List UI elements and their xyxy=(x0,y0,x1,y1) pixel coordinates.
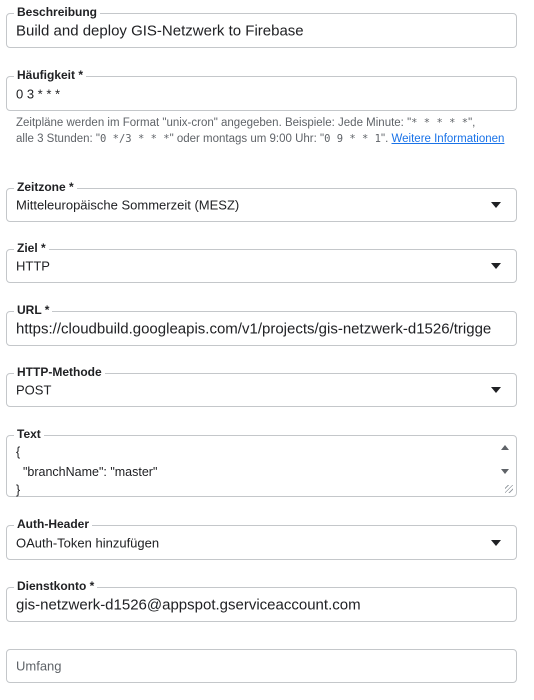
timezone-value: Mitteleuropäische Sommerzeit (MESZ) xyxy=(16,197,240,213)
http-method-select[interactable]: HTTP-Methode POST xyxy=(6,365,517,407)
body-line: { xyxy=(16,445,21,459)
description-label: Beschreibung xyxy=(14,5,101,19)
description-field[interactable]: Beschreibung Build and deploy GIS-Netzwe… xyxy=(6,5,517,48)
description-input[interactable]: Build and deploy GIS-Netzwerk to Firebas… xyxy=(16,22,508,39)
service-account-field[interactable]: Dienstkonto * gis-netzwerk-d1526@appspot… xyxy=(6,579,517,622)
body-line: "branchName": "master" xyxy=(16,465,158,479)
target-select[interactable]: Ziel * HTTP xyxy=(6,241,517,283)
url-field[interactable]: URL * https://cloudbuild.googleapis.com/… xyxy=(6,303,517,346)
body-textarea[interactable]: Text { "branchName": "master" } xyxy=(6,427,517,498)
target-value: HTTP xyxy=(16,258,50,274)
http-method-label: HTTP-Methode xyxy=(14,365,105,379)
frequency-label: Häufigkeit * xyxy=(14,68,87,82)
url-label: URL * xyxy=(14,303,53,317)
resize-handle-icon[interactable] xyxy=(505,485,513,493)
scroll-down-icon[interactable] xyxy=(501,469,509,474)
body-label: Text xyxy=(14,427,44,441)
dropdown-arrow-icon[interactable] xyxy=(491,387,501,393)
scroll-up-icon[interactable] xyxy=(501,445,509,450)
more-info-link[interactable]: Weitere Informationen xyxy=(392,133,505,145)
auth-header-label: Auth-Header xyxy=(14,517,93,531)
dropdown-arrow-icon[interactable] xyxy=(491,539,501,546)
service-account-input[interactable]: gis-netzwerk-d1526@appspot.gserviceaccou… xyxy=(16,596,508,613)
dropdown-arrow-icon[interactable] xyxy=(491,202,501,208)
frequency-field[interactable]: Häufigkeit * 0 3 * * * xyxy=(6,68,517,111)
auth-header-value: OAuth-Token hinzufügen xyxy=(16,535,160,550)
timezone-select[interactable]: Zeitzone * Mitteleuropäische Sommerzeit … xyxy=(6,180,517,222)
frequency-help-text: Zeitpläne werden im Format "unix-cron" a… xyxy=(16,117,505,145)
url-input[interactable]: https://cloudbuild.googleapis.com/v1/pro… xyxy=(16,320,508,337)
timezone-label: Zeitzone * xyxy=(14,180,77,194)
scope-field[interactable]: Umfang xyxy=(6,649,517,683)
frequency-input[interactable]: 0 3 * * * xyxy=(16,86,508,101)
textarea-scrollbar[interactable] xyxy=(499,441,511,481)
http-method-value: POST xyxy=(16,382,52,398)
body-line: } xyxy=(16,483,21,497)
target-label: Ziel * xyxy=(14,241,49,255)
scope-input[interactable]: Umfang xyxy=(16,659,508,674)
auth-header-select[interactable]: Auth-Header OAuth-Token hinzufügen xyxy=(6,517,517,560)
body-content[interactable]: { "branchName": "master" } xyxy=(16,442,157,498)
service-account-label: Dienstkonto * xyxy=(14,579,98,593)
dropdown-arrow-icon[interactable] xyxy=(491,263,501,269)
